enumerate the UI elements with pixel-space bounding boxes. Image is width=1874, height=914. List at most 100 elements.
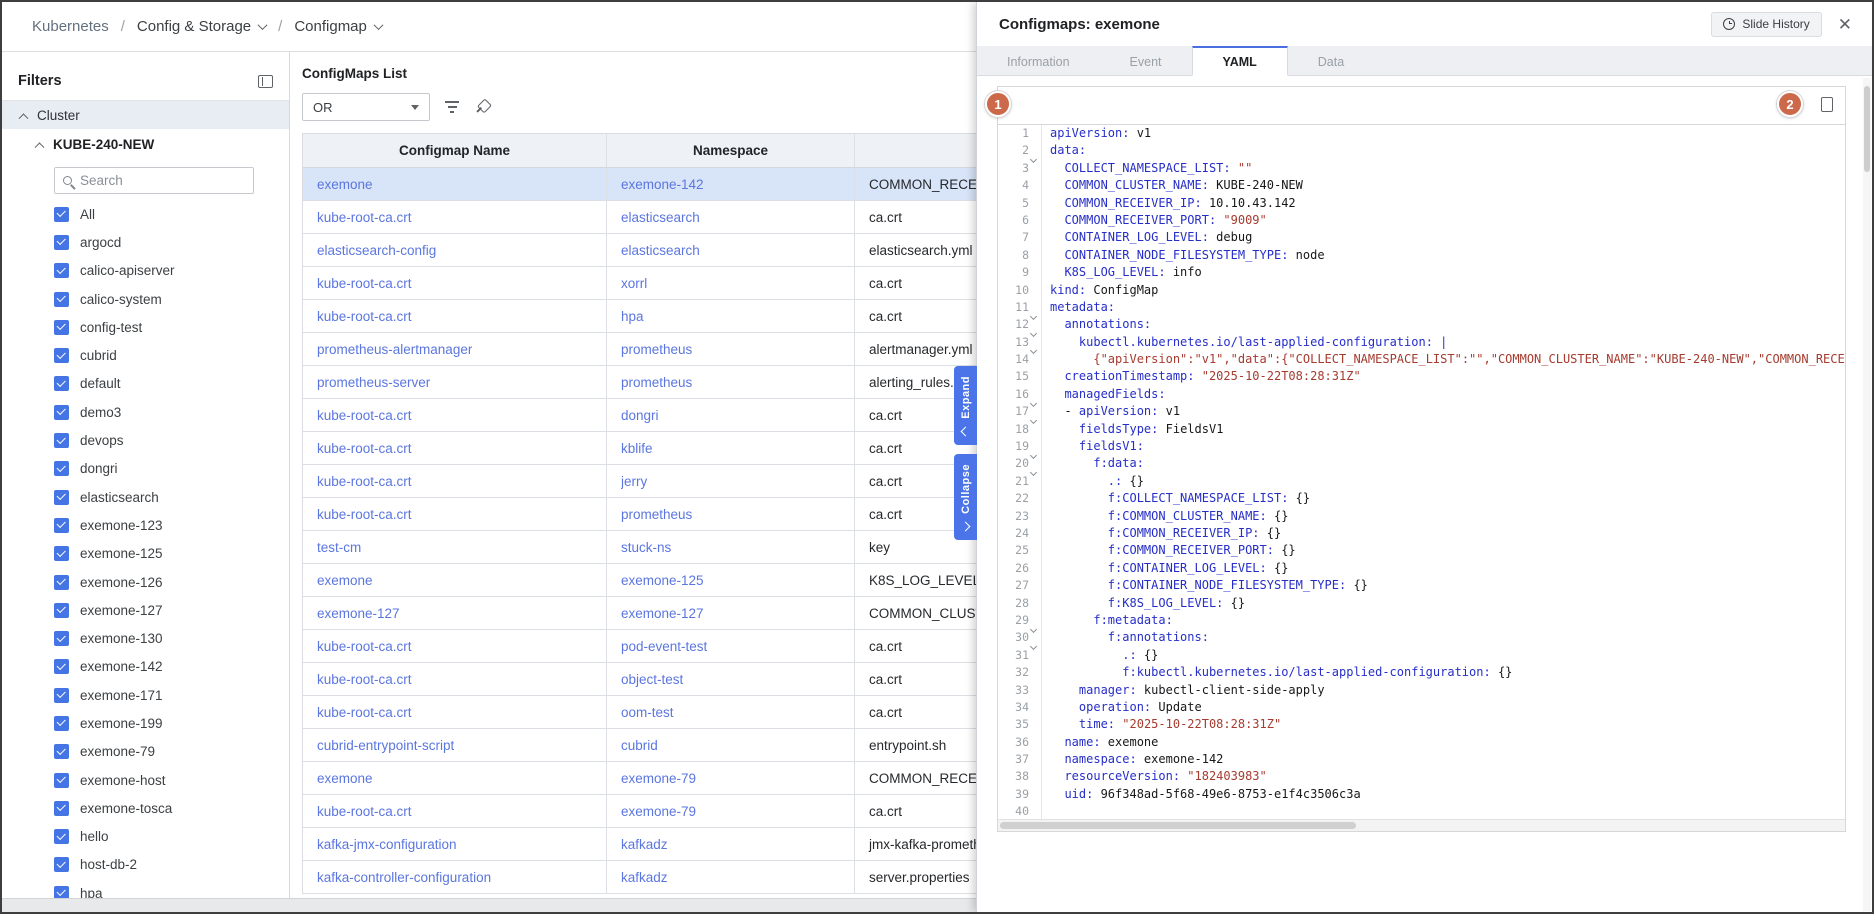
- checkbox-checked-icon[interactable]: [54, 405, 69, 420]
- namespace-link[interactable]: kblife: [621, 441, 653, 456]
- namespace-checkbox-item[interactable]: exemone-79: [54, 738, 289, 766]
- configmap-name-link[interactable]: kube-root-ca.crt: [317, 408, 412, 423]
- configmap-name-link[interactable]: exemone: [317, 177, 373, 192]
- namespace-link[interactable]: cubrid: [621, 738, 658, 753]
- namespace-link[interactable]: exemone-125: [621, 573, 704, 588]
- configmap-name-link[interactable]: prometheus-server: [317, 375, 430, 390]
- table-row[interactable]: kube-root-ca.crtpod-event-testca.crt: [303, 630, 1001, 663]
- close-icon[interactable]: ✕: [1838, 16, 1852, 33]
- configmap-name-link[interactable]: cubrid-entrypoint-script: [317, 738, 454, 753]
- checkbox-checked-icon[interactable]: [54, 773, 69, 788]
- namespace-link[interactable]: kafkadz: [621, 870, 668, 885]
- scrollbar-thumb[interactable]: [1864, 86, 1870, 172]
- table-row[interactable]: kube-root-ca.crtdongrica.crt: [303, 399, 1001, 432]
- namespace-link[interactable]: oom-test: [621, 705, 674, 720]
- checkbox-checked-icon[interactable]: [54, 490, 69, 505]
- namespace-checkbox-item[interactable]: exemone-host: [54, 766, 289, 794]
- table-row[interactable]: exemone-127exemone-127COMMON_CLUSTER: [303, 597, 1001, 630]
- cluster-group-row[interactable]: Cluster: [2, 101, 289, 129]
- namespace-link[interactable]: dongri: [621, 408, 659, 423]
- table-row[interactable]: kube-root-ca.crtjerryca.crt: [303, 465, 1001, 498]
- configmap-name-link[interactable]: elasticsearch-config: [317, 243, 436, 258]
- table-row[interactable]: prometheus-serverprometheusalerting_rule…: [303, 366, 1001, 399]
- checkbox-checked-icon[interactable]: [54, 263, 69, 278]
- namespace-link[interactable]: object-test: [621, 672, 683, 687]
- checkbox-checked-icon[interactable]: [54, 575, 69, 590]
- namespace-checkbox-item[interactable]: All: [54, 200, 289, 228]
- checkbox-checked-icon[interactable]: [54, 292, 69, 307]
- table-row[interactable]: test-cmstuck-nskey: [303, 531, 1001, 564]
- configmap-name-link[interactable]: kafka-jmx-configuration: [317, 837, 457, 852]
- namespace-checkbox-item[interactable]: exemone-125: [54, 540, 289, 568]
- table-row[interactable]: kafka-jmx-configurationkafkadzjmx-kafka-…: [303, 828, 1001, 861]
- namespace-checkbox-item[interactable]: config-test: [54, 313, 289, 341]
- table-row[interactable]: elasticsearch-configelasticsearchelastic…: [303, 234, 1001, 267]
- collapse-sidebar-icon[interactable]: [258, 75, 273, 88]
- table-row[interactable]: cubrid-entrypoint-scriptcubridentrypoint…: [303, 729, 1001, 762]
- checkbox-checked-icon[interactable]: [54, 546, 69, 561]
- configmap-name-link[interactable]: kube-root-ca.crt: [317, 639, 412, 654]
- configmap-name-link[interactable]: kube-root-ca.crt: [317, 705, 412, 720]
- cluster-node-row[interactable]: KUBE-240-NEW: [2, 129, 289, 159]
- table-row[interactable]: kube-root-ca.crthpaca.crt: [303, 300, 1001, 333]
- configmap-name-link[interactable]: prometheus-alertmanager: [317, 342, 472, 357]
- tab-data[interactable]: Data: [1288, 46, 1374, 75]
- collapse-button[interactable]: Collapse: [954, 454, 977, 540]
- namespace-checkbox-item[interactable]: exemone-126: [54, 568, 289, 596]
- configmap-name-link[interactable]: kube-root-ca.crt: [317, 309, 412, 324]
- operator-select[interactable]: OR: [302, 93, 430, 121]
- breadcrumb-configmap[interactable]: Configmap: [294, 18, 382, 35]
- checkbox-checked-icon[interactable]: [54, 744, 69, 759]
- namespace-link[interactable]: prometheus: [621, 507, 692, 522]
- checkbox-checked-icon[interactable]: [54, 433, 69, 448]
- checkbox-checked-icon[interactable]: [54, 688, 69, 703]
- namespace-link[interactable]: xorrl: [621, 276, 647, 291]
- configmap-name-link[interactable]: kube-root-ca.crt: [317, 441, 412, 456]
- configmap-name-link[interactable]: kube-root-ca.crt: [317, 804, 412, 819]
- configmap-name-link[interactable]: exemone: [317, 771, 373, 786]
- namespace-link[interactable]: exemone-127: [621, 606, 704, 621]
- configmap-name-link[interactable]: kube-root-ca.crt: [317, 474, 412, 489]
- expand-button[interactable]: Expand: [954, 366, 977, 445]
- configmap-name-link[interactable]: kube-root-ca.crt: [317, 276, 412, 291]
- table-row[interactable]: exemoneexemone-142COMMON_RECEIVE: [303, 168, 1001, 201]
- namespace-checkbox-item[interactable]: argocd: [54, 228, 289, 256]
- namespace-link[interactable]: prometheus: [621, 342, 692, 357]
- checkbox-checked-icon[interactable]: [54, 461, 69, 476]
- checkbox-checked-icon[interactable]: [54, 631, 69, 646]
- namespace-link[interactable]: exemone-142: [621, 177, 704, 192]
- namespace-checkbox-item[interactable]: exemone-171: [54, 681, 289, 709]
- horizontal-scrollbar[interactable]: [2, 898, 976, 912]
- table-row[interactable]: kafka-controller-configurationkafkadzser…: [303, 861, 1001, 894]
- filter-icon[interactable]: [444, 101, 460, 112]
- configmap-name-link[interactable]: exemone: [317, 573, 373, 588]
- configmap-name-link[interactable]: exemone-127: [317, 606, 400, 621]
- table-row[interactable]: kube-root-ca.crtxorrlca.crt: [303, 267, 1001, 300]
- namespace-checkbox-item[interactable]: calico-system: [54, 285, 289, 313]
- namespace-link[interactable]: stuck-ns: [621, 540, 671, 555]
- namespace-checkbox-item[interactable]: exemone-tosca: [54, 794, 289, 822]
- yaml-code-area[interactable]: 1apiVersion: v12data:3 COLLECT_NAMESPACE…: [998, 125, 1845, 821]
- breadcrumb-config-storage[interactable]: Config & Storage: [137, 18, 266, 35]
- tab-event[interactable]: Event: [1100, 46, 1192, 75]
- tab-information[interactable]: Information: [977, 46, 1100, 75]
- namespace-link[interactable]: jerry: [621, 474, 647, 489]
- namespace-checkbox-item[interactable]: hello: [54, 823, 289, 851]
- breadcrumb-kubernetes[interactable]: Kubernetes: [32, 18, 109, 35]
- table-row[interactable]: kube-root-ca.crtprometheusca.crt: [303, 498, 1001, 531]
- table-row[interactable]: kube-root-ca.crtelasticsearchca.crt: [303, 201, 1001, 234]
- copy-icon[interactable]: [1821, 97, 1833, 112]
- checkbox-checked-icon[interactable]: [54, 659, 69, 674]
- configmap-name-link[interactable]: kafka-controller-configuration: [317, 870, 491, 885]
- checkbox-checked-icon[interactable]: [54, 348, 69, 363]
- namespace-link[interactable]: exemone-79: [621, 771, 696, 786]
- namespace-link[interactable]: elasticsearch: [621, 243, 700, 258]
- namespace-link[interactable]: kafkadz: [621, 837, 668, 852]
- search-input[interactable]: [80, 173, 230, 188]
- configmap-name-link[interactable]: test-cm: [317, 540, 361, 555]
- table-row[interactable]: kube-root-ca.crtoom-testca.crt: [303, 696, 1001, 729]
- checkbox-checked-icon[interactable]: [54, 207, 69, 222]
- checkbox-checked-icon[interactable]: [54, 518, 69, 533]
- namespace-link[interactable]: exemone-79: [621, 804, 696, 819]
- namespace-checkbox-item[interactable]: dongri: [54, 455, 289, 483]
